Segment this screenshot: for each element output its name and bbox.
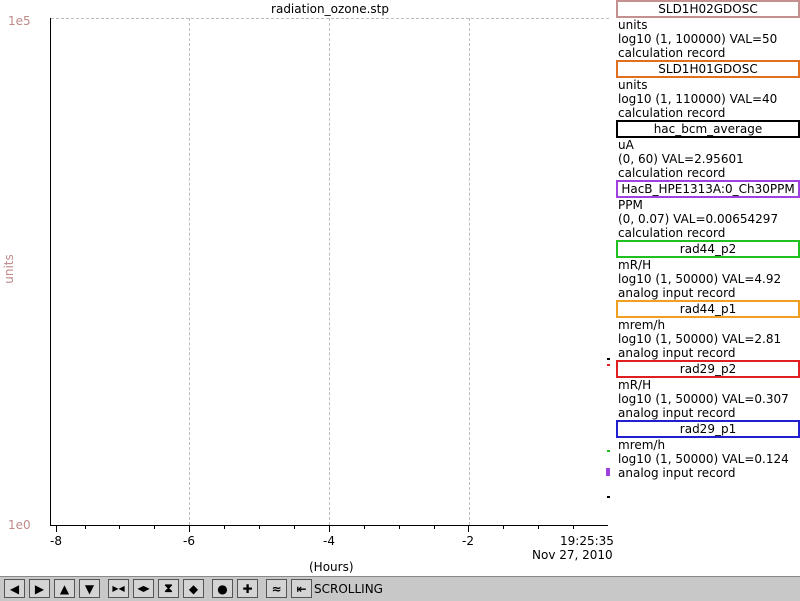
add-icon: ✚ [242,581,253,596]
legend-trace-6[interactable]: rad29_p2 [616,360,800,378]
legend-type: calculation record [618,46,726,60]
x-tick-label: -4 [323,534,335,548]
zoom-out-horizontal-button[interactable]: ◀▶ [133,579,154,598]
x-minor-tick [154,526,155,529]
legend-type: analog input record [618,286,736,300]
legend-range: (0, 60) VAL=2.95601 [618,152,744,166]
arrow-right-button[interactable]: ▶ [29,579,50,598]
trace-marker [607,496,610,498]
trace-marker [606,468,610,476]
legend-units: mrem/h [618,438,666,452]
legend-panel: SLD1H02GDOSC units log10 (1, 100000) VAL=5… [614,0,800,480]
legend-type: analog input record [618,406,736,420]
legend-units: units [618,78,648,92]
trace-marker [607,450,610,452]
zoom-out-vertical-icon: ◆ [188,581,199,596]
legend-range: log10 (1, 50000) VAL=4.92 [618,272,782,286]
x-minor-tick [399,526,400,529]
plot-area[interactable] [50,18,610,526]
legend-trace-0[interactable]: SLD1H02GDOSC [616,0,800,18]
legend-units: uA [618,138,634,152]
y-axis-label: units [1,254,16,284]
zoom-in-horizontal-icon: ▶◀ [112,584,125,593]
record-icon: ● [217,581,228,596]
trace-marker [607,358,610,360]
x-axis-label: (Hours) [309,560,354,574]
toolbar: SCROLLING ◀ ▶ ▲ ▼ ▶◀ ◀▶ ⧗ ◆ ● ✚ ≈ ⇤ [0,576,800,601]
zoom-in-vertical-icon: ⧗ [164,581,173,595]
scroll-end-icon: ⇤ [296,581,307,596]
arrow-up-icon: ▲ [59,581,70,596]
x-tick [468,526,469,532]
x-minor-tick [434,526,435,529]
x-minor-tick [119,526,120,529]
legend-trace-4[interactable]: rad44_p2 [616,240,800,258]
x-tick-label: -2 [462,534,474,548]
x-minor-tick [294,526,295,529]
config-icon: ≈ [271,581,282,596]
legend-trace-5[interactable]: rad44_p1 [616,300,800,318]
x-minor-tick [364,526,365,529]
y-axis-min-label: 1e0 [8,518,31,532]
x-tick [329,526,330,532]
legend-range: log10 (1, 50000) VAL=0.307 [618,392,789,406]
arrow-left-icon: ◀ [9,581,20,596]
plot-title: radiation_ozone.stp [271,2,389,16]
add-button[interactable]: ✚ [237,579,258,598]
x-tick [189,526,190,532]
arrow-up-button[interactable]: ▲ [54,579,75,598]
legend-trace-2[interactable]: hac_bcm_average [616,120,800,138]
zoom-out-horizontal-icon: ◀▶ [137,584,150,593]
x-minor-tick [538,526,539,529]
legend-trace-1[interactable]: SLD1H01GDOSC [616,60,800,78]
zoom-in-horizontal-button[interactable]: ▶◀ [108,579,129,598]
legend-range: log10 (1, 100000) VAL=50 [618,32,778,46]
arrow-down-icon: ▼ [84,581,95,596]
scroll-end-button[interactable]: ⇤ [291,579,312,598]
legend-units: PPM [618,198,643,212]
arrow-right-icon: ▶ [34,581,45,596]
legend-units: units [618,18,648,32]
legend-range: (0, 0.07) VAL=0.00654297 [618,212,779,226]
legend-units: mR/H [618,378,652,392]
legend-range: log10 (1, 110000) VAL=40 [618,92,778,106]
legend-type: calculation record [618,106,726,120]
legend-units: mrem/h [618,318,666,332]
arrow-left-button[interactable]: ◀ [4,579,25,598]
zoom-in-vertical-button[interactable]: ⧗ [158,579,179,598]
legend-type: calculation record [618,166,726,180]
legend-type: calculation record [618,226,726,240]
legend-units: mR/H [618,258,652,272]
end-time-label: 19:25:35 [560,534,614,548]
grid-line [189,18,190,525]
end-date-label: Nov 27, 2010 [532,548,613,562]
trace-marker [607,364,610,366]
mode-label: SCROLLING [314,582,383,596]
legend-type: analog input record [618,346,736,360]
x-minor-tick [224,526,225,529]
x-minor-tick [259,526,260,529]
x-tick [56,526,57,532]
legend-trace-7[interactable]: rad29_p1 [616,420,800,438]
x-tick-label: -6 [183,534,195,548]
legend-range: log10 (1, 50000) VAL=2.81 [618,332,782,346]
x-minor-tick [503,526,504,529]
legend-trace-3[interactable]: HacB_HPE1313A:0_Ch30PPM [616,180,800,198]
y-axis-max-label: 1e5 [8,14,31,28]
x-tick-label: -8 [50,534,62,548]
arrow-down-button[interactable]: ▼ [79,579,100,598]
zoom-out-vertical-button[interactable]: ◆ [183,579,204,598]
grid-line [51,18,609,19]
grid-line [329,18,330,525]
x-minor-tick [85,526,86,529]
legend-type: analog input record [618,466,736,480]
legend-range: log10 (1, 50000) VAL=0.124 [618,452,789,466]
x-minor-tick [573,526,574,529]
record-button[interactable]: ● [212,579,233,598]
grid-line [469,18,470,525]
config-button[interactable]: ≈ [266,579,287,598]
